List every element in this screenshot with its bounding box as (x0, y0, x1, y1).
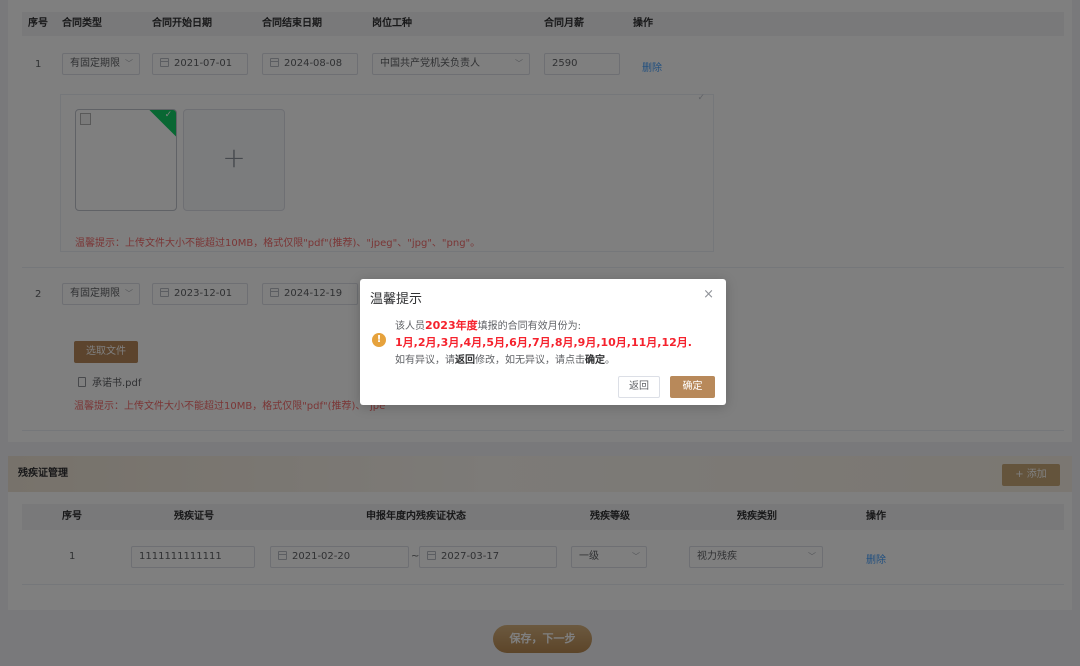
dialog-line-1: 该人员2023年度填报的合同有效月份为: (395, 317, 581, 333)
line1-suffix: 填报的合同有效月份为: (477, 321, 581, 332)
line1-prefix: 该人员 (395, 321, 425, 332)
reminder-dialog: 温馨提示 × ! 该人员2023年度填报的合同有效月份为: 1月,2月,3月,4… (360, 279, 726, 405)
dialog-title: 温馨提示 (370, 292, 423, 307)
back-button[interactable]: 返回 (618, 376, 660, 398)
dialog-line-3: 如有异议，请返回修改，如无异议，请点击确定。 (395, 351, 615, 366)
line3-part-c: 。 (605, 355, 615, 366)
valid-months: 1月,2月,3月,4月,5月,6月,7月,8月,9月,10月,11月,12月. (395, 336, 692, 349)
line3-ok-word: 确定 (585, 355, 605, 366)
line3-part-b: 修改，如无异议，请点击 (475, 355, 585, 366)
line3-part-a: 如有异议，请 (395, 355, 455, 366)
line3-back-word: 返回 (455, 355, 475, 366)
line1-year: 2023年度 (425, 319, 478, 332)
close-icon[interactable]: × (703, 288, 714, 302)
warning-icon: ! (372, 333, 386, 347)
confirm-button[interactable]: 确定 (670, 376, 715, 398)
